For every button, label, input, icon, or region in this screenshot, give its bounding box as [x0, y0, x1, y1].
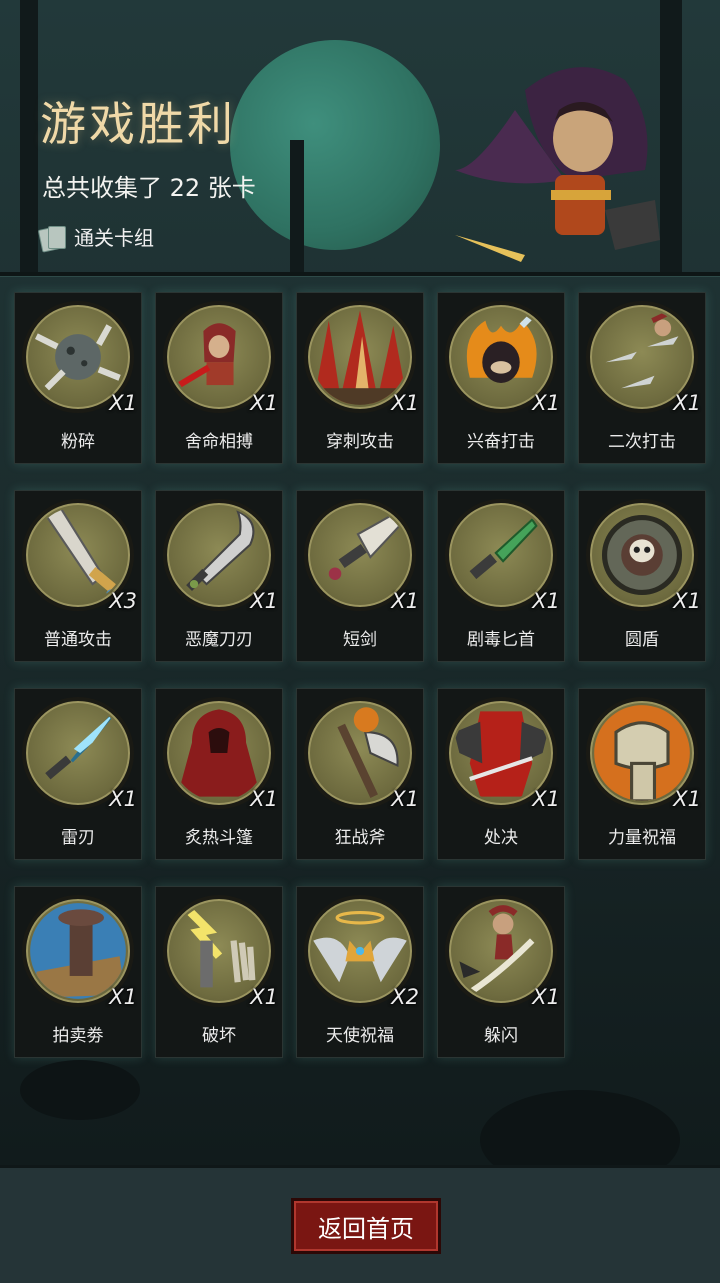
card-tile[interactable]: X3 普通攻击	[14, 490, 142, 662]
card-tile[interactable]: X1 穿刺攻击	[296, 292, 424, 464]
deck-button-label: 通关卡组	[74, 226, 154, 250]
card-name: 兴奋打击	[467, 432, 535, 452]
card-count: X1	[532, 391, 560, 415]
card-count: X1	[673, 391, 701, 415]
card-tile[interactable]: X1 兴奋打击	[437, 292, 565, 464]
card-tile[interactable]: X1 剧毒匕首	[437, 490, 565, 662]
card-name: 力量祝福	[608, 828, 676, 848]
card-name: 炙热斗篷	[185, 828, 253, 848]
card-name: 躲闪	[484, 1026, 518, 1046]
card-tile[interactable]: X1 圆盾	[578, 490, 706, 662]
card-count: X1	[391, 589, 419, 613]
card-tile[interactable]: X1 二次打击	[578, 292, 706, 464]
card-tile[interactable]: X1 恶魔刀刃	[155, 490, 283, 662]
card-name: 狂战斧	[334, 828, 386, 848]
card-count: X1	[109, 391, 137, 415]
card-count: X1	[250, 391, 278, 415]
card-name: 穿刺攻击	[326, 432, 394, 452]
card-count: X1	[109, 787, 137, 811]
card-name: 舍命相搏	[185, 432, 253, 452]
card-tile[interactable]: X1 舍命相搏	[155, 292, 283, 464]
card-count: X1	[391, 787, 419, 811]
card-count: X3	[109, 589, 137, 613]
hooded-hero-illustration	[455, 67, 660, 262]
card-tile[interactable]: X2 天使祝福	[296, 886, 424, 1058]
tree-decoration	[290, 140, 304, 275]
header-divider	[0, 272, 720, 276]
card-name: 雷刃	[61, 828, 95, 848]
deck-button[interactable]: 通关卡组	[37, 222, 154, 253]
card-tile[interactable]: X1 狂战斧	[296, 688, 424, 860]
card-name: 剧毒匕首	[467, 630, 535, 650]
card-name: 二次打击	[608, 432, 676, 452]
card-tile[interactable]: X1 炙热斗篷	[155, 688, 283, 860]
card-name: 处决	[484, 828, 518, 848]
card-count: X2	[391, 985, 419, 1009]
card-count: X1	[109, 985, 137, 1009]
card-tile[interactable]: X1 躲闪	[437, 886, 565, 1058]
card-tile[interactable]: X1 短剑	[296, 490, 424, 662]
card-name: 圆盾	[625, 630, 659, 650]
card-name: 短剑	[343, 630, 377, 650]
page-title: 游戏胜利	[40, 97, 236, 151]
card-name: 粉碎	[61, 432, 95, 452]
card-tile[interactable]: X1 雷刃	[14, 688, 142, 860]
card-tile[interactable]: X1 破坏	[155, 886, 283, 1058]
card-name: 破坏	[202, 1026, 236, 1046]
card-tile[interactable]: X1 处决	[437, 688, 565, 860]
card-tile[interactable]: X1 拍卖劵	[14, 886, 142, 1058]
card-count: X1	[391, 391, 419, 415]
card-count: X1	[532, 985, 560, 1009]
card-count: X1	[250, 787, 278, 811]
ground-decoration	[20, 1060, 140, 1120]
return-home-button[interactable]: 返回首页	[291, 1198, 441, 1254]
moon-decoration	[230, 40, 440, 250]
card-count: X1	[250, 985, 278, 1009]
card-name: 普通攻击	[44, 630, 112, 650]
card-count: X1	[673, 589, 701, 613]
card-count: X1	[673, 787, 701, 811]
card-count: X1	[250, 589, 278, 613]
card-name: 拍卖劵	[52, 1026, 104, 1046]
card-tile[interactable]: X1 粉碎	[14, 292, 142, 464]
cards-collected-summary: 总共收集了 22 张卡	[42, 174, 256, 202]
card-tile[interactable]: X1 力量祝福	[578, 688, 706, 860]
card-count: X1	[532, 589, 560, 613]
card-count: X1	[532, 787, 560, 811]
card-name: 天使祝福	[326, 1026, 394, 1046]
card-name: 恶魔刀刃	[185, 630, 253, 650]
cards-icon	[37, 225, 66, 253]
tree-decoration	[20, 0, 38, 275]
